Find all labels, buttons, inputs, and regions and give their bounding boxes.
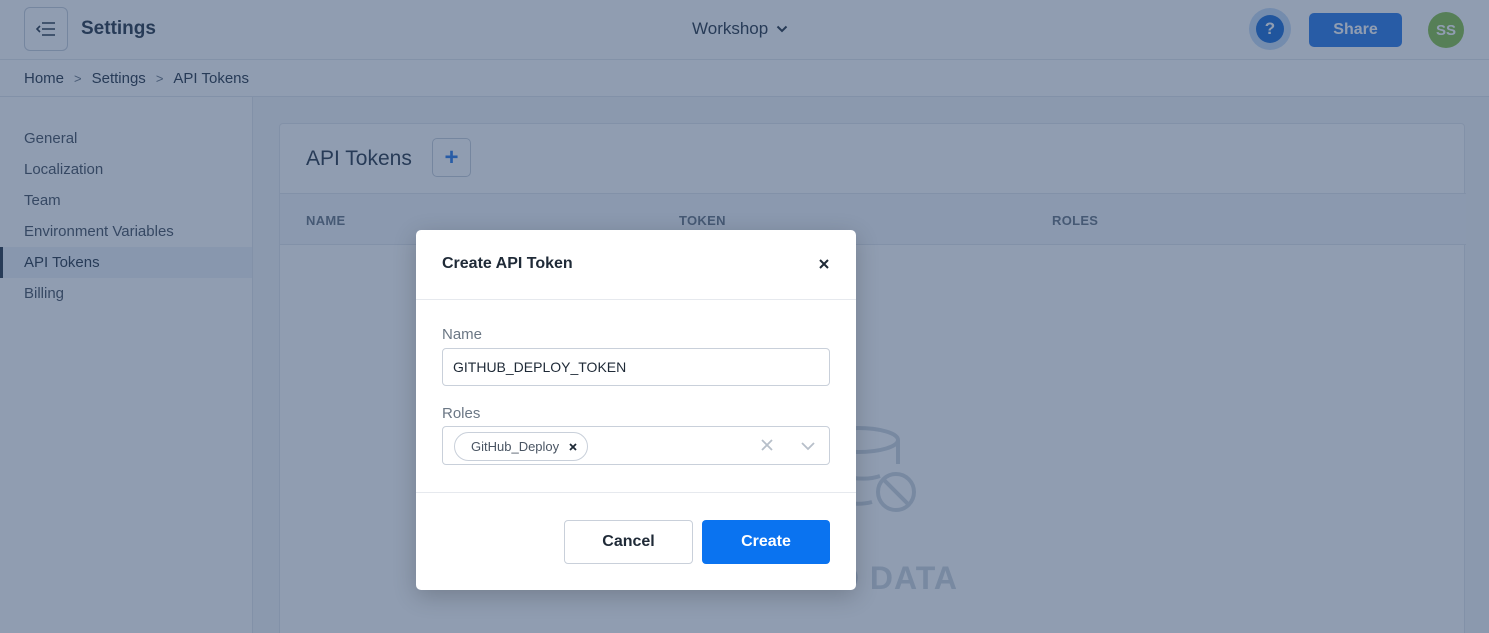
close-dialog-button[interactable] xyxy=(814,254,834,274)
name-input[interactable] xyxy=(442,348,830,386)
dialog-header-divider xyxy=(416,299,856,300)
role-chip: GitHub_Deploy xyxy=(454,432,589,461)
clear-icon xyxy=(761,439,773,451)
close-icon xyxy=(819,259,829,269)
dialog-footer-divider xyxy=(416,492,856,493)
roles-dropdown-toggle[interactable] xyxy=(800,439,816,457)
remove-role-button[interactable] xyxy=(569,442,577,451)
name-label: Name xyxy=(442,326,483,343)
chevron-down-icon xyxy=(801,442,815,451)
clear-roles-button[interactable] xyxy=(760,438,774,457)
create-api-token-dialog: Create API Token Name Roles GitHub_Deplo… xyxy=(416,230,856,590)
roles-label: Roles xyxy=(442,405,481,422)
remove-icon xyxy=(569,442,577,451)
cancel-button[interactable]: Cancel xyxy=(564,520,693,564)
create-button[interactable]: Create xyxy=(702,520,830,564)
roles-select[interactable]: GitHub_Deploy xyxy=(442,426,830,465)
dialog-title: Create API Token xyxy=(442,255,573,272)
role-chip-label: GitHub_Deploy xyxy=(471,439,560,454)
